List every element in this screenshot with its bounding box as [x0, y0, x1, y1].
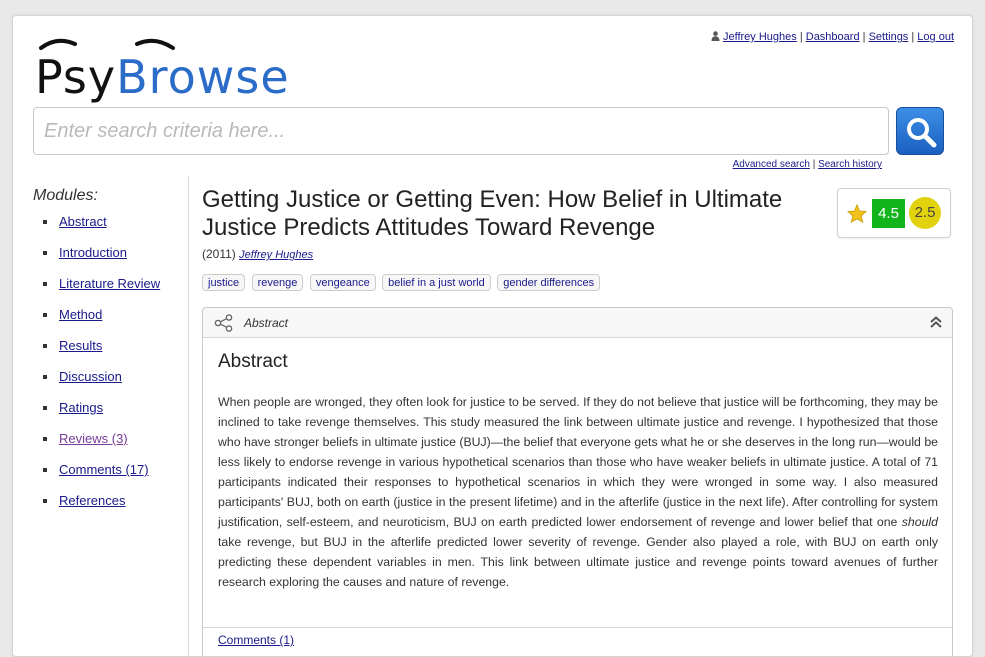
abstract-panel: Abstract Abstract When people are wronge…: [202, 307, 953, 656]
collapse-icon[interactable]: [930, 316, 942, 328]
search-input[interactable]: [33, 107, 889, 155]
tag[interactable]: belief in a just world: [382, 274, 491, 291]
separator: |: [911, 31, 915, 43]
modules-title: Modules:: [33, 187, 98, 204]
search-icon: [907, 118, 937, 148]
tag[interactable]: vengeance: [309, 274, 376, 291]
abstract-text-part: take revenge, but BUJ in the afterlife p…: [218, 535, 938, 589]
modules-sidebar: Modules: Abstract Introduction Literatur…: [13, 176, 189, 656]
module-item: Discussion: [43, 369, 160, 400]
module-link-ratings[interactable]: Ratings: [59, 400, 103, 415]
module-link-results[interactable]: Results: [59, 338, 102, 353]
rating-score-primary: 4.5: [872, 199, 905, 228]
abstract-panel-footer: Comments (1): [203, 627, 952, 656]
search-button[interactable]: [896, 107, 944, 155]
star-icon[interactable]: [847, 204, 867, 223]
module-item: Abstract: [43, 214, 160, 245]
module-link-discussion[interactable]: Discussion: [59, 369, 122, 384]
paper-meta: (2011) Jeffrey Hughes: [202, 247, 313, 261]
module-item: Results: [43, 338, 160, 369]
separator: |: [812, 159, 816, 170]
separator: |: [862, 31, 866, 43]
tag[interactable]: gender differences: [497, 274, 601, 291]
module-item: Introduction: [43, 245, 160, 276]
paper-title: Getting Justice or Getting Even: How Bel…: [202, 186, 783, 241]
tag-list: justice revenge vengeance belief in a ju…: [202, 273, 602, 291]
comments-link[interactable]: Comments (1): [218, 633, 294, 647]
paper-author-link[interactable]: Jeffrey Hughes: [239, 249, 313, 261]
user-links: Jeffrey Hughes | Dashboard | Settings | …: [711, 31, 954, 43]
logout-link[interactable]: Log out: [917, 31, 954, 43]
page-container: PsyBrowse Jeffrey Hughes | Dashboard | S…: [12, 15, 973, 657]
share-icon[interactable]: [214, 314, 234, 332]
rating-box: 4.5 2.5: [837, 188, 951, 238]
module-link-reviews[interactable]: Reviews (3): [59, 431, 128, 446]
separator: |: [799, 31, 803, 43]
advanced-search-link[interactable]: Advanced search: [733, 159, 810, 170]
module-link-literature-review[interactable]: Literature Review: [59, 276, 160, 291]
module-link-introduction[interactable]: Introduction: [59, 245, 127, 260]
tag[interactable]: revenge: [251, 274, 304, 291]
search-history-link[interactable]: Search history: [818, 159, 882, 170]
abstract-text: When people are wronged, they often look…: [218, 392, 938, 592]
abstract-heading: Abstract: [218, 351, 288, 372]
module-item: Literature Review: [43, 276, 160, 307]
module-link-references[interactable]: References: [59, 493, 125, 508]
logo-part-browse: Browse: [116, 50, 290, 104]
module-item: References: [43, 493, 160, 524]
module-item: Reviews (3): [43, 431, 160, 462]
module-item: Comments (17): [43, 462, 160, 493]
abstract-text-part: When people are wronged, they often look…: [218, 395, 938, 529]
module-link-abstract[interactable]: Abstract: [59, 214, 107, 229]
search-links: Advanced search | Search history: [733, 159, 882, 170]
module-item: Method: [43, 307, 160, 338]
user-name-link[interactable]: Jeffrey Hughes: [723, 31, 797, 43]
abstract-text-emphasis: should: [901, 515, 938, 529]
user-icon: [711, 31, 720, 41]
rating-score-secondary: 2.5: [909, 197, 941, 229]
abstract-panel-header: Abstract: [203, 308, 952, 338]
logo-text: PsyBrowse: [35, 54, 290, 100]
modules-list: Abstract Introduction Literature Review …: [43, 214, 160, 524]
module-link-comments[interactable]: Comments (17): [59, 462, 149, 477]
tag[interactable]: justice: [202, 274, 246, 291]
logo-part-psy: Psy: [35, 50, 117, 104]
module-item: Ratings: [43, 400, 160, 431]
settings-link[interactable]: Settings: [869, 31, 909, 43]
paper-year: (2011): [202, 247, 236, 261]
psybrowse-logo[interactable]: PsyBrowse: [35, 34, 355, 104]
dashboard-link[interactable]: Dashboard: [806, 31, 860, 43]
module-link-method[interactable]: Method: [59, 307, 102, 322]
abstract-panel-label: Abstract: [244, 316, 289, 330]
